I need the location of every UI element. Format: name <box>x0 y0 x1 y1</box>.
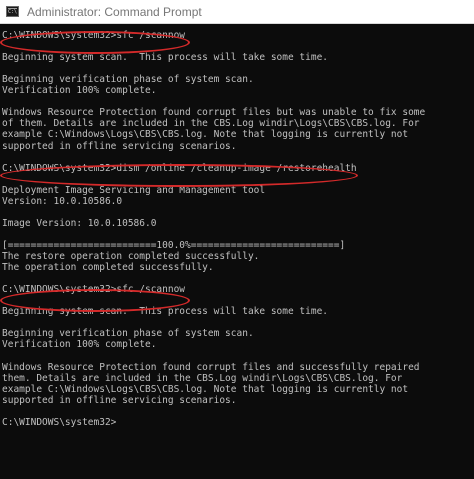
highlight-circle-dism <box>0 164 358 187</box>
console-line: The operation completed successfully. <box>2 262 214 274</box>
console-line: Beginning system scan. This process will… <box>2 52 329 64</box>
command-prompt-window: Administrator: Command Prompt C:\WINDOWS… <box>0 0 474 479</box>
console-line: Verification 100% complete. <box>2 339 157 351</box>
console-line: Version: 10.0.10586.0 <box>2 195 123 207</box>
highlight-circle-sfc-1 <box>0 31 190 54</box>
title-bar[interactable]: Administrator: Command Prompt <box>0 0 474 24</box>
console-output[interactable]: C:\WINDOWS\system32>sfc /scannow Beginnin… <box>0 24 474 479</box>
console-line: C:\WINDOWS\system32> <box>2 416 117 428</box>
console-line: Image Version: 10.0.10586.0 <box>2 217 157 229</box>
cmd-console-icon <box>6 6 19 17</box>
console-line: supported in offline servicing scenarios… <box>2 394 237 406</box>
console-line: Verification 100% complete. <box>2 85 157 97</box>
highlight-circle-sfc-2 <box>0 289 190 312</box>
console-line: supported in offline servicing scenarios… <box>2 140 237 152</box>
window-title: Administrator: Command Prompt <box>27 5 202 19</box>
